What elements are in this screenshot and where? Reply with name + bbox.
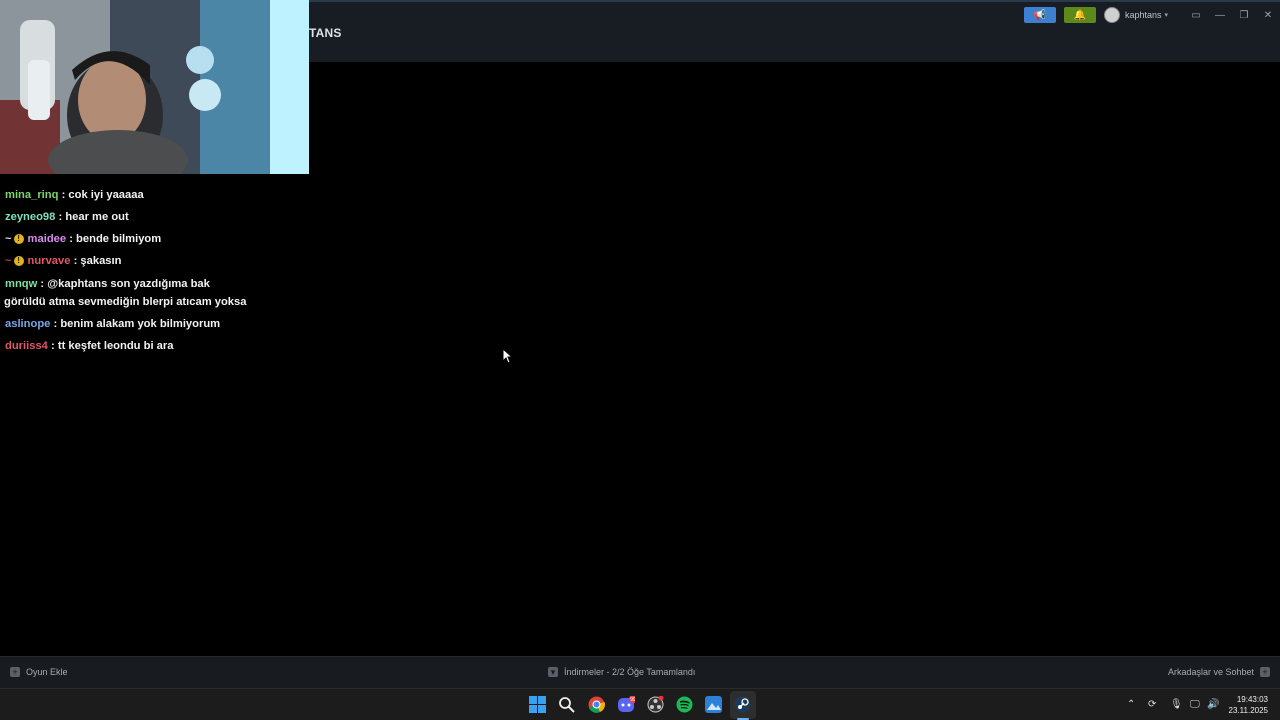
chat-text: : benim alakam yok bilmiyorum: [50, 318, 221, 330]
discord-badge-count: 99: [630, 697, 635, 703]
close-icon[interactable]: ✕: [1256, 10, 1280, 21]
restore-icon[interactable]: ❐: [1232, 10, 1256, 21]
chat-message: mnqw : @kaphtans son yazdığıma bak: [5, 278, 210, 290]
windows-taskbar: 99 ⌃ ⟳ 🎙 🖵 🔊 19:43:03 23.11.2025: [0, 688, 1280, 720]
chat-text: : cok iyi yaaaaa: [58, 189, 144, 201]
bell-icon: 🔔: [1073, 9, 1087, 21]
discord-icon[interactable]: 99: [618, 696, 635, 713]
mouse-cursor-icon: [502, 348, 512, 364]
chat-message: zeyneo98 : hear me out: [5, 211, 129, 223]
photos-app-icon[interactable]: [705, 696, 722, 713]
obs-icon[interactable]: [647, 696, 664, 713]
chat-text: : @kaphtans son yazdığıma bak: [37, 278, 210, 290]
announcements-button[interactable]: 📢: [1023, 7, 1056, 23]
chat-message: mina_rinq : cok iyi yaaaaa: [5, 189, 144, 201]
volume-icon[interactable]: 🔊: [1207, 699, 1219, 710]
chat-username: zeyneo98: [5, 211, 56, 223]
chevron-down-icon: ▾: [1164, 12, 1168, 19]
steam-icon[interactable]: [734, 696, 751, 713]
chat-text: : şakasın: [70, 255, 122, 267]
chat-text: görüldü atma sevmediğin blerpi atıcam yo…: [4, 296, 247, 308]
chat-message: duriiss4 : tt keşfet leondu bi ara: [5, 340, 173, 352]
network-icon[interactable]: 🖵: [1190, 699, 1200, 710]
tilde-icon: ~: [5, 233, 12, 245]
plus-icon: +: [10, 667, 20, 677]
friends-label: Arkadaşlar ve Sohbet: [1167, 667, 1254, 677]
chat-message-continuation: görüldü atma sevmediğin blerpi atıcam yo…: [4, 296, 246, 308]
tray-overflow-icon[interactable]: ⌃: [1127, 699, 1135, 710]
steam-bottom-bar: + Oyun Ekle ▾ İndirmeler - 2/2 Öğe Tamam…: [0, 656, 1280, 688]
chat-username: nurvave: [27, 255, 71, 267]
user-menu[interactable]: kaphtans ▾: [1103, 7, 1168, 23]
chat-message: aslinope : benim alakam yok bilmiyorum: [5, 318, 220, 330]
add-game-label: Oyun Ekle: [26, 667, 68, 677]
chat-text: : hear me out: [55, 211, 129, 223]
chat-username: mnqw: [5, 278, 38, 290]
clock[interactable]: 19:43:03 23.11.2025: [1229, 694, 1268, 716]
badge-icon: !: [13, 256, 24, 266]
chat-text: : bende bilmiyom: [66, 233, 162, 245]
clock-date: 23.11.2025: [1228, 706, 1268, 715]
header-controls: 📢 🔔 kaphtans ▾ ▭ — ❐ ✕: [1023, 6, 1280, 24]
webcam-overlay: [0, 0, 309, 174]
downloads-label: İndirmeler - 2/2 Öğe Tamamlandı: [564, 667, 696, 677]
webcam-scene: [0, 0, 309, 174]
search-icon[interactable]: [558, 696, 575, 713]
chat-username: duriiss4: [5, 340, 48, 352]
downloads-button[interactable]: ▾ İndirmeler - 2/2 Öğe Tamamlandı: [548, 667, 695, 677]
chrome-icon[interactable]: [588, 696, 605, 713]
badge-icon: !: [13, 234, 24, 244]
spotify-icon[interactable]: [676, 696, 693, 713]
friends-chat-button[interactable]: Arkadaşlar ve Sohbet +: [1168, 667, 1270, 677]
add-game-button[interactable]: + Oyun Ekle: [10, 667, 68, 677]
page-title: TANS: [309, 26, 342, 40]
chat-username: mina_rinq: [5, 189, 59, 201]
notifications-button[interactable]: 🔔: [1063, 7, 1096, 23]
friends-icon: +: [1260, 667, 1270, 677]
download-icon: ▾: [548, 667, 558, 677]
username-label: kaphtans: [1124, 10, 1162, 20]
megaphone-icon: 📢: [1033, 9, 1047, 21]
chat-username: maidee: [27, 233, 67, 245]
chat-username: aslinope: [5, 318, 51, 330]
windows-start-icon[interactable]: [529, 696, 546, 713]
tilde-icon: ~: [5, 255, 12, 267]
avatar: [1103, 7, 1120, 23]
minimize-icon[interactable]: —: [1208, 10, 1232, 21]
chat-message: ~! maidee : bende bilmiyom: [5, 233, 161, 245]
chat-text: : tt keşfet leondu bi ara: [47, 340, 174, 352]
big-picture-icon[interactable]: ▭: [1184, 10, 1208, 21]
clock-time: 19:43:03: [1236, 695, 1268, 704]
microphone-icon[interactable]: 🎙: [1170, 699, 1183, 710]
chat-message: ~! nurvave : şakasın: [5, 255, 121, 267]
sync-icon[interactable]: ⟳: [1148, 699, 1156, 710]
